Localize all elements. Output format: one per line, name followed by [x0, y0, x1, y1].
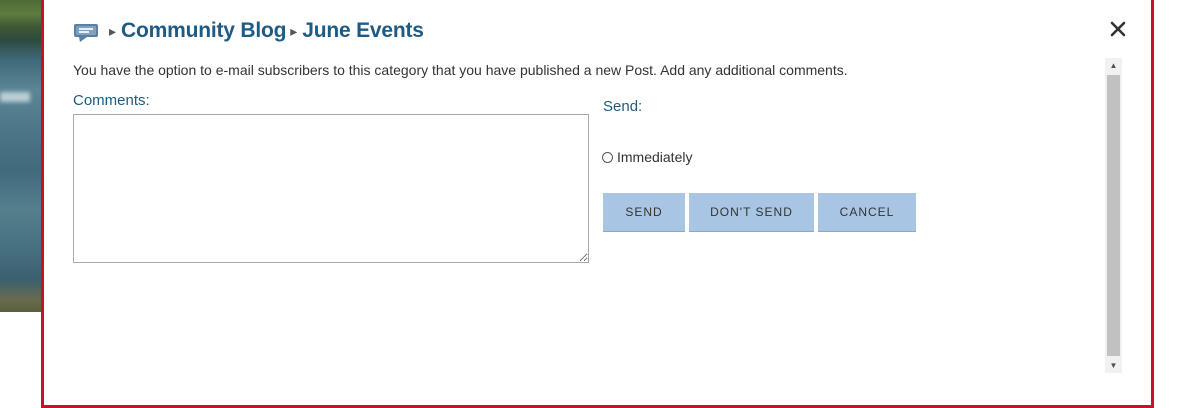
vertical-scrollbar[interactable]: ▲ ▼ [1105, 58, 1122, 373]
send-button[interactable]: SEND [603, 193, 685, 232]
breadcrumb-link-community-blog[interactable]: Community Blog [121, 19, 286, 43]
email-subscribers-dialog: ▸ Community Blog ▸ June Events You have … [41, 0, 1154, 408]
breadcrumb-separator: ▸ [109, 22, 117, 39]
breadcrumb-separator: ▸ [290, 22, 298, 39]
cancel-button[interactable]: CANCEL [818, 193, 916, 232]
chat-bubble-icon [73, 20, 99, 42]
dont-send-button[interactable]: DON'T SEND [689, 193, 814, 232]
close-button[interactable] [1107, 18, 1129, 40]
close-icon [1110, 21, 1126, 37]
scrollbar-thumb[interactable] [1107, 75, 1120, 356]
intro-text: You have the option to e-mail subscriber… [73, 62, 848, 78]
immediately-label: Immediately [617, 149, 693, 165]
comments-label: Comments: [73, 92, 150, 109]
send-label: Send: [603, 98, 643, 115]
scroll-down-arrow-icon[interactable]: ▼ [1105, 358, 1122, 373]
send-immediately-option[interactable]: Immediately [602, 149, 692, 165]
breadcrumb-link-june-events[interactable]: June Events [302, 19, 424, 43]
background-photo [0, 0, 44, 312]
breadcrumb: ▸ Community Blog ▸ June Events [73, 18, 424, 44]
scroll-up-arrow-icon[interactable]: ▲ [1105, 58, 1122, 73]
immediately-radio[interactable] [602, 151, 613, 163]
comments-textarea[interactable] [73, 114, 589, 263]
